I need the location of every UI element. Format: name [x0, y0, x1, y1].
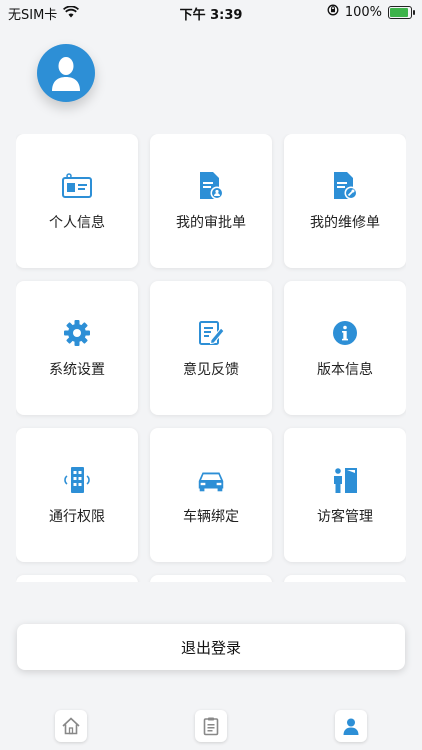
- menu-label: 系统设置: [49, 362, 105, 378]
- menu-label: 通行权限: [49, 509, 105, 525]
- menu-label: 我的维修单: [310, 215, 380, 231]
- battery-icon: [388, 5, 415, 19]
- tab-profile[interactable]: [335, 710, 367, 742]
- feedback-edit-icon: [195, 317, 227, 349]
- clipboard-icon: [203, 717, 219, 736]
- info-icon: [329, 317, 361, 349]
- menu-label: 意见反馈: [183, 362, 239, 378]
- menu-card-partial[interactable]: [284, 575, 406, 582]
- menu-label: 车辆绑定: [183, 509, 239, 525]
- logout-button[interactable]: 退出登录: [17, 624, 405, 670]
- home-icon: [62, 717, 80, 735]
- access-building-icon: [61, 464, 93, 496]
- menu-label: 访客管理: [317, 509, 373, 525]
- repair-document-icon: [329, 170, 361, 202]
- menu-feedback[interactable]: 意见反馈: [150, 281, 272, 415]
- approval-document-icon: [195, 170, 227, 202]
- menu-my-repairs[interactable]: 我的维修单: [284, 134, 406, 268]
- visitor-door-icon: [329, 464, 361, 496]
- user-silhouette-icon: [52, 57, 80, 91]
- menu-label: 个人信息: [49, 215, 105, 231]
- menu-label: 版本信息: [317, 362, 373, 378]
- car-icon: [195, 464, 227, 496]
- tab-records[interactable]: [195, 710, 227, 742]
- battery-fill: [390, 7, 408, 17]
- menu-system-settings[interactable]: 系统设置: [16, 281, 138, 415]
- menu-card-partial[interactable]: [16, 575, 138, 582]
- battery-percent: 100%: [344, 4, 382, 20]
- gear-icon: [61, 317, 93, 349]
- menu-vehicle-binding[interactable]: 车辆绑定: [150, 428, 272, 562]
- tab-bar: [0, 700, 422, 750]
- menu-grid: 个人信息 我的审批单 我的维修单 系统设置 意见反馈 版本信息 通行权限 车辆绑…: [16, 134, 406, 582]
- avatar[interactable]: [37, 44, 95, 102]
- menu-access-permission[interactable]: 通行权限: [16, 428, 138, 562]
- orientation-lock-icon: [327, 4, 339, 20]
- user-icon: [343, 718, 359, 735]
- menu-label: 我的审批单: [176, 215, 246, 231]
- tab-home[interactable]: [55, 710, 87, 742]
- id-card-icon: [61, 170, 93, 202]
- menu-version-info[interactable]: 版本信息: [284, 281, 406, 415]
- menu-my-approvals[interactable]: 我的审批单: [150, 134, 272, 268]
- menu-personal-info[interactable]: 个人信息: [16, 134, 138, 268]
- menu-visitor-management[interactable]: 访客管理: [284, 428, 406, 562]
- menu-card-partial[interactable]: [150, 575, 272, 582]
- status-bar: 无SIM卡 下午 3:39 100%: [0, 0, 422, 24]
